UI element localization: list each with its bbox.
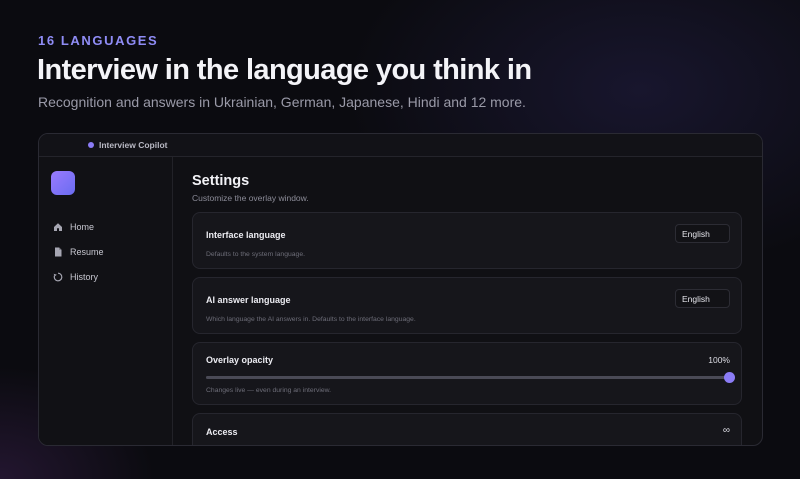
document-icon xyxy=(53,247,63,257)
setting-hint: Defaults to the system language. xyxy=(206,251,305,258)
window-title: Interview Copilot xyxy=(99,140,168,150)
headline: Interview in the language you think in xyxy=(37,54,532,86)
access-value: ∞ xyxy=(722,425,730,436)
access-card: Access ∞ xyxy=(192,413,742,445)
sidebar: Home Resume History xyxy=(39,157,173,445)
sidebar-item-resume[interactable]: Resume xyxy=(53,239,172,264)
setting-hint: Which language the AI answers in. Defaul… xyxy=(206,316,416,323)
history-icon xyxy=(53,272,63,282)
sidebar-item-label: Resume xyxy=(70,246,104,257)
interface-language-select[interactable]: English xyxy=(675,224,730,243)
status-dot-icon xyxy=(88,142,94,148)
setting-label: Interface language xyxy=(206,230,286,240)
overlay-opacity-card: Overlay opacity 100% Changes live — even… xyxy=(192,342,742,405)
page-title: Settings xyxy=(192,173,250,189)
setting-hint: Changes live — even during an interview. xyxy=(206,387,332,394)
ai-answer-language-card: AI answer language English Which languag… xyxy=(192,277,742,334)
setting-label: Overlay opacity xyxy=(206,355,274,365)
opacity-slider[interactable] xyxy=(206,372,735,383)
slider-thumb[interactable] xyxy=(724,372,735,383)
window-titlebar: Interview Copilot xyxy=(39,134,762,157)
sidebar-item-label: Home xyxy=(70,221,95,232)
sidebar-item-label: History xyxy=(70,271,99,282)
slider-fill xyxy=(206,376,729,379)
sidebar-item-home[interactable]: Home xyxy=(53,214,172,239)
subheadline: Recognition and answers in Ukrainian, Ge… xyxy=(38,94,526,110)
app-window: Interview Copilot Home Resume History Se… xyxy=(38,133,763,446)
interface-language-card: Interface language English Defaults to t… xyxy=(192,212,742,269)
ai-answer-language-select[interactable]: English xyxy=(675,289,730,308)
settings-panel: Settings Customize the overlay window. I… xyxy=(173,157,762,445)
eyebrow-label: 16 LANGUAGES xyxy=(38,33,159,48)
setting-label: Access xyxy=(206,427,238,437)
home-icon xyxy=(53,222,63,232)
setting-label: AI answer language xyxy=(206,295,291,305)
sidebar-item-history[interactable]: History xyxy=(53,264,172,289)
app-logo-icon xyxy=(51,171,75,195)
page: 16 LANGUAGES Interview in the language y… xyxy=(0,0,800,479)
page-description: Customize the overlay window. xyxy=(192,193,309,203)
opacity-value: 100% xyxy=(708,355,730,365)
